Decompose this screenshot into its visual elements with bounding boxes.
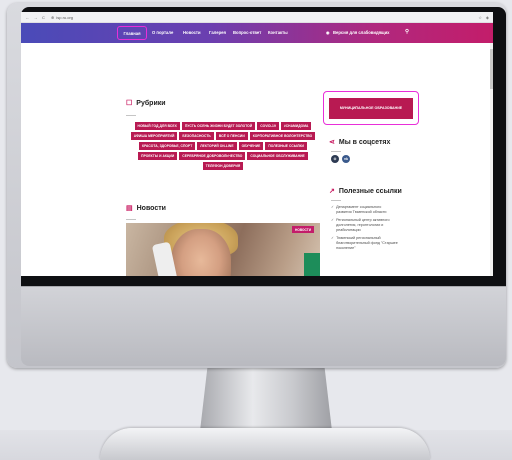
rubrics-underline (126, 115, 136, 116)
tag-item[interactable]: COVID-19 (257, 122, 279, 130)
scrollbar-thumb[interactable] (490, 49, 493, 89)
nav-accessible-link[interactable]: Версия для слабовидящих (333, 30, 390, 35)
browser-actions: ☆ ◈ (478, 15, 489, 20)
tag-item[interactable]: ПРОЕКТЫ И АКЦИИ (138, 152, 178, 160)
news-heading: ▤ Новости (126, 205, 166, 212)
news-underline (126, 219, 136, 220)
tag-item[interactable]: ПУСТЬ ОСЕНЬ ЖИЗНИ БУДЕТ ЗОЛОТОЙ (181, 122, 256, 130)
site-navigation: Главная О портале Новости Галерея Вопрос… (21, 23, 493, 43)
page-content: ☐ Рубрики НОВЫЙ ГОД ДЛЯ ВСЕХ ПУСТЬ ОСЕНЬ… (21, 43, 493, 276)
monitor-stand-base (100, 428, 430, 460)
municipal-button[interactable]: МУНИЦИПАЛЬНОЕ ОБРАЗОВАНИЕ (329, 97, 413, 119)
tag-item[interactable]: #СНАМИДОМА (280, 122, 312, 130)
news-badge[interactable]: НОВОСТИ (292, 226, 314, 233)
back-icon[interactable]: ← (25, 15, 30, 20)
tag-item[interactable]: ТЕЛЕФОН ДОВЕРИЯ (202, 162, 244, 170)
nav-news-link[interactable]: Новости (183, 30, 201, 35)
extension-icon[interactable]: ◈ (486, 15, 489, 20)
lock-icon: ⊕ (51, 14, 55, 20)
external-link-icon: ↗ (329, 188, 335, 195)
social-title: Мы в соцсетях (338, 139, 391, 146)
bookmark-outline-icon: ☐ (126, 100, 133, 107)
links-underline (331, 200, 341, 201)
search-icon[interactable]: ⚲ (405, 29, 409, 35)
link-item[interactable]: ✓ Тюменский региональный благотворительн… (331, 236, 441, 251)
nav-gallery-link[interactable]: Галерея (209, 30, 226, 35)
tag-item[interactable]: ВСЁ О ПЕНСИИ (215, 132, 248, 140)
monitor-stand-neck (200, 363, 332, 431)
nav-qa-link[interactable]: Вопрос-ответ (233, 30, 261, 35)
url-text: isp.ru.org (56, 14, 74, 20)
tag-item[interactable]: СОЦИАЛЬНОЕ ОБСЛУЖИВАНИЕ (247, 152, 308, 160)
screen: ← → C ⊕ isp.ru.org ☆ ◈ Главная О портале… (21, 12, 493, 276)
tag-item[interactable]: КРАСОТА, ЗДОРОВЬЕ, СПОРТ (139, 142, 196, 150)
vk-icon[interactable]: vk (342, 155, 350, 163)
rubrics-heading: ☐ Рубрики (126, 100, 166, 107)
social-underline (331, 151, 341, 152)
link-text[interactable]: Тюменский региональный благотворительный… (336, 236, 398, 251)
tag-item[interactable]: АФИША МЕРОПРИЯТИЙ (130, 132, 178, 140)
tag-item[interactable]: ЛЕКТОРИЙ ON-LINE (197, 142, 237, 150)
news-photo[interactable]: НОВОСТИ (126, 223, 320, 276)
ok-icon[interactable]: ⊙ (331, 155, 339, 163)
share-icon: ⋖ (329, 139, 335, 146)
rubrics-title: Рубрики (136, 100, 166, 107)
nav-home-link[interactable]: Главная (117, 26, 147, 40)
links-heading: ↗ Полезные ссылки (329, 188, 402, 195)
nav-home-label: Главная (123, 30, 141, 36)
tag-item[interactable]: БЕЗОПАСНОСТЬ (179, 132, 214, 140)
address-bar[interactable]: ⊕ isp.ru.org (51, 15, 73, 20)
links-title: Полезные ссылки (338, 188, 402, 195)
tag-item[interactable]: ПОЛЕЗНЫЕ ССЫЛКИ (265, 142, 307, 150)
tag-item[interactable]: НОВЫЙ ГОД ДЛЯ ВСЕХ (134, 122, 180, 130)
social-icons: ⊙ vk (331, 155, 350, 163)
browser-toolbar: ← → C ⊕ isp.ru.org ☆ ◈ (21, 12, 493, 23)
link-item[interactable]: ✓ Региональный центр активного долголети… (331, 218, 441, 233)
useful-links-list: ✓ Департамент социального развития Тюмен… (331, 205, 441, 254)
tag-cloud: НОВЫЙ ГОД ДЛЯ ВСЕХ ПУСТЬ ОСЕНЬ ЖИЗНИ БУД… (129, 122, 317, 170)
link-text[interactable]: Департамент социального развития Тюменск… (336, 205, 386, 215)
nav-contacts-link[interactable]: Контакты (268, 30, 288, 35)
news-title: Новости (136, 205, 166, 212)
photo-green-panel (304, 253, 320, 276)
tag-item[interactable]: ОБУЧЕНИЕ (238, 142, 264, 150)
eye-icon: ◉ (326, 30, 330, 35)
bookmark-icon[interactable]: ☆ (478, 15, 482, 20)
tag-item[interactable]: КОРПОРАТИВНОЕ ВОЛОНТЕРСТВО (249, 132, 316, 140)
check-icon: ✓ (331, 217, 335, 222)
nav-about-link[interactable]: О портале (152, 30, 173, 35)
check-icon: ✓ (331, 205, 335, 209)
social-heading: ⋖ Мы в соцсетях (329, 139, 390, 146)
link-text[interactable]: Региональный центр активного долголетия,… (336, 218, 389, 233)
newspaper-icon: ▤ (126, 205, 133, 212)
check-icon: ✓ (331, 235, 335, 240)
photo-face (171, 229, 231, 276)
page-scrollbar[interactable] (490, 43, 493, 276)
municipal-button-highlight: МУНИЦИПАЛЬНОЕ ОБРАЗОВАНИЕ (323, 91, 419, 125)
tag-item[interactable]: СЕРЕБРЯНОЕ ДОБРОВОЛЬЧЕСТВО (179, 152, 246, 160)
reload-icon[interactable]: C (41, 15, 46, 20)
link-item[interactable]: ✓ Департамент социального развития Тюмен… (331, 205, 441, 215)
monitor-chin (21, 286, 506, 366)
forward-icon[interactable]: → (33, 15, 38, 20)
